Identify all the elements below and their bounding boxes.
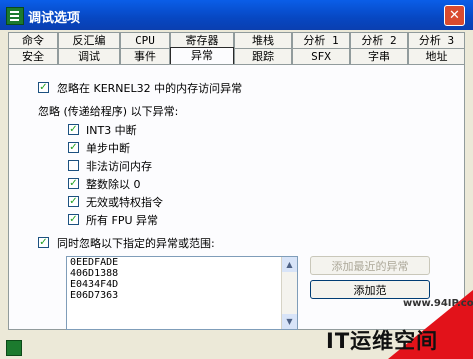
tab-cpu[interactable]: CPU xyxy=(120,32,170,48)
exception-range-list[interactable]: 0EEDFADE 406D1388 E0434F4D E06D7363 ▲ ▼ xyxy=(66,256,298,330)
tab-events[interactable]: 事件 xyxy=(120,48,170,64)
add-last-exception-button[interactable]: 添加最近的异常 xyxy=(310,256,430,275)
tab-strings[interactable]: 字串 xyxy=(350,48,408,64)
list-item[interactable]: 0EEDFADE xyxy=(67,257,297,268)
tab-commands[interactable]: 命令 xyxy=(8,32,58,48)
tab-security[interactable]: 安全 xyxy=(8,48,58,64)
invalid-instruction-checkbox[interactable]: ✓ xyxy=(68,196,79,207)
fpu-exceptions-checkbox[interactable]: ✓ xyxy=(68,214,79,225)
tab-analysis-3[interactable]: 分析 3 xyxy=(408,32,465,48)
watermark-url: www.94IP.com xyxy=(403,298,473,309)
ignore-ranges-checkbox[interactable]: ✓ xyxy=(38,237,49,248)
int3-label: INT3 中断 xyxy=(86,124,137,137)
tab-sfx[interactable]: SFX xyxy=(292,48,350,64)
ignore-ranges-label: 同时忽略以下指定的异常或范围: xyxy=(57,237,215,250)
memory-access-checkbox[interactable] xyxy=(68,160,79,171)
divide-by-zero-checkbox[interactable]: ✓ xyxy=(68,178,79,189)
close-button[interactable]: ✕ xyxy=(444,5,465,26)
memory-access-label: 非法访问内存 xyxy=(86,160,152,173)
watermark-brand: IT运维空间 xyxy=(326,329,439,353)
tab-registers[interactable]: 寄存器 xyxy=(170,32,234,48)
window-title: 调试选项 xyxy=(28,11,81,26)
list-item[interactable]: 406D1388 xyxy=(67,268,297,279)
list-item[interactable]: E06D7363 xyxy=(67,290,297,301)
title-bar: 调试选项 ✕ xyxy=(0,0,473,30)
tab-exceptions[interactable]: 异常 xyxy=(170,47,234,64)
divide-by-zero-label: 整数除以 0 xyxy=(86,178,141,191)
list-item[interactable]: E0434F4D xyxy=(67,279,297,290)
int3-checkbox[interactable]: ✓ xyxy=(68,124,79,135)
status-app-icon xyxy=(6,340,22,356)
list-scrollbar[interactable]: ▲ ▼ xyxy=(281,257,297,329)
scroll-down-icon[interactable]: ▼ xyxy=(282,314,297,329)
single-step-checkbox[interactable]: ✓ xyxy=(68,142,79,153)
tab-trace[interactable]: 跟踪 xyxy=(234,48,292,64)
tab-addresses[interactable]: 地址 xyxy=(408,48,465,64)
tab-debug[interactable]: 调试 xyxy=(58,48,120,64)
ignore-group-label: 忽略 (传递给程序) 以下异常: xyxy=(38,105,179,118)
ignore-kernel32-label: 忽略在 KERNEL32 中的内存访问异常 xyxy=(57,82,243,95)
app-icon xyxy=(6,7,24,25)
ignore-kernel32-checkbox[interactable]: ✓ xyxy=(38,82,49,93)
tab-disassembly[interactable]: 反汇编 xyxy=(58,32,120,48)
scroll-up-icon[interactable]: ▲ xyxy=(282,257,297,272)
single-step-label: 单步中断 xyxy=(86,142,130,155)
invalid-instruction-label: 无效或特权指令 xyxy=(86,196,163,209)
tab-analysis-1[interactable]: 分析 1 xyxy=(292,32,350,48)
fpu-exceptions-label: 所有 FPU 异常 xyxy=(86,214,159,227)
tab-analysis-2[interactable]: 分析 2 xyxy=(350,32,408,48)
tab-stack[interactable]: 堆栈 xyxy=(234,32,292,48)
